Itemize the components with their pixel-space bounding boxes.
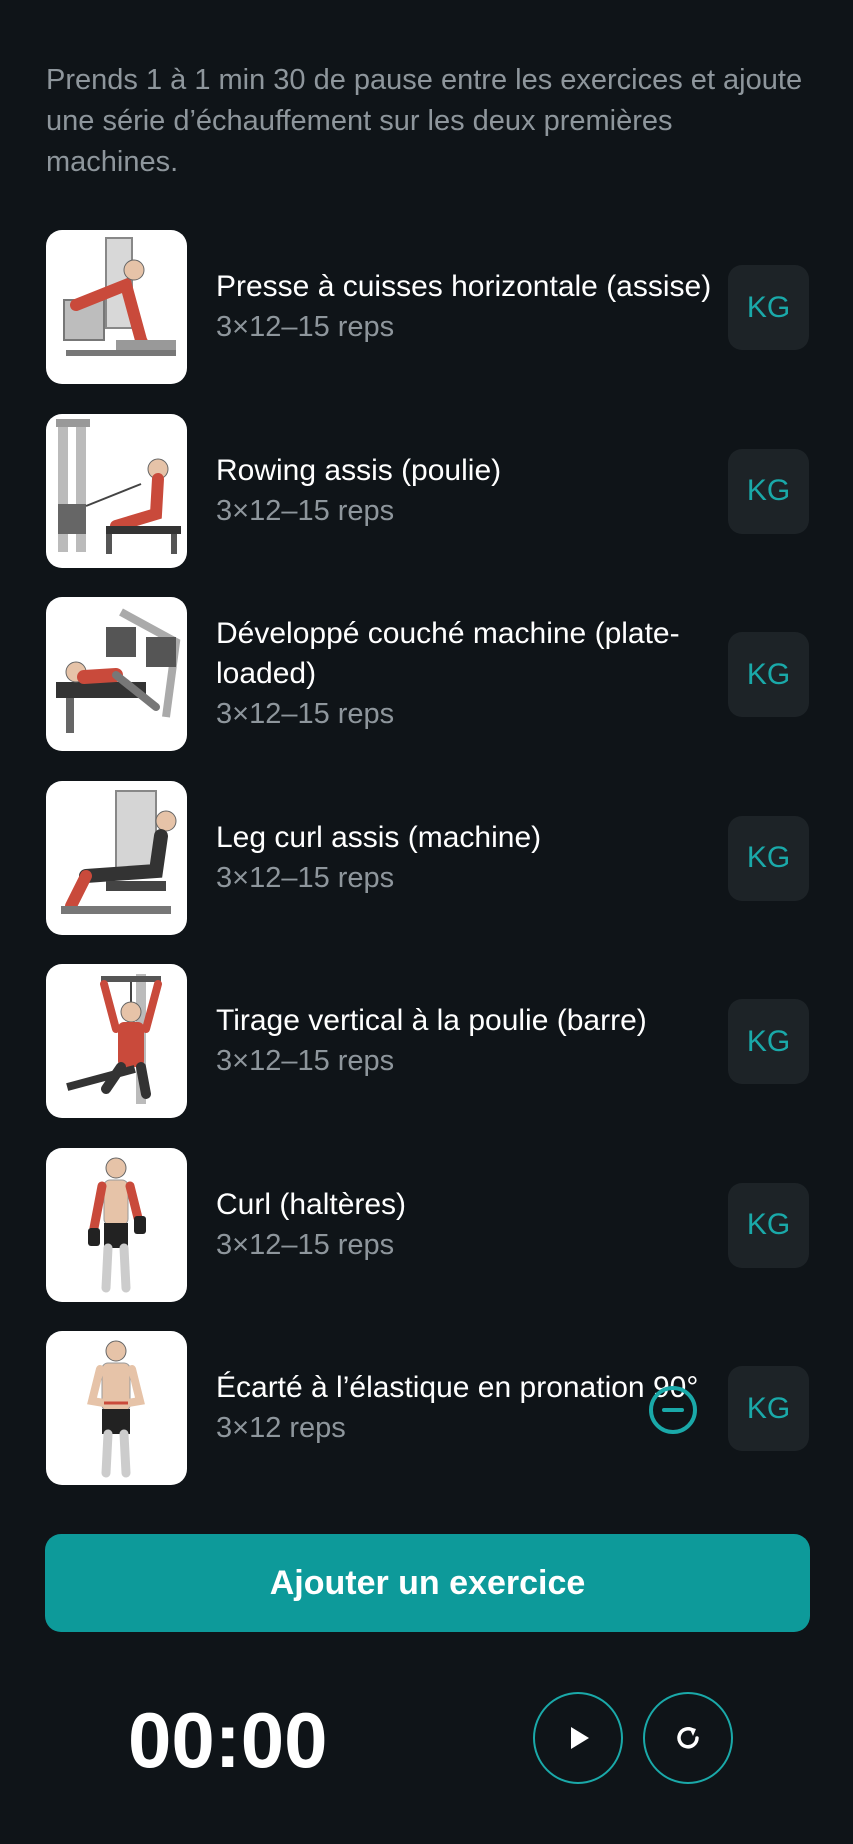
exercise-row-dumbbell-curl[interactable]: Curl (haltères) 3×12–15 reps KG bbox=[0, 1147, 853, 1332]
exercise-reps: 3×12–15 reps bbox=[216, 861, 395, 894]
workout-screen: Prends 1 à 1 min 30 de pause entre les e… bbox=[0, 0, 853, 1844]
exercise-image bbox=[46, 1147, 187, 1302]
timer-display: 00:00 bbox=[128, 1696, 328, 1784]
exercise-row-leg-press[interactable]: Presse à cuisses horizontale (assise) 3×… bbox=[0, 230, 853, 414]
exercise-reps: 3×12–15 reps bbox=[216, 698, 395, 730]
exercise-reps: 3×12–15 reps bbox=[216, 1228, 395, 1261]
exercise-row-seated-row[interactable]: Rowing assis (poulie) 3×12–15 reps KG bbox=[0, 413, 853, 598]
minus-circle-icon[interactable] bbox=[649, 1386, 697, 1434]
exercise-name: Presse à cuisses horizontale (assise) bbox=[216, 270, 712, 303]
exercise-reps: 3×12 reps bbox=[216, 1412, 346, 1444]
exercise-image bbox=[46, 413, 187, 568]
exercise-reps: 3×12–15 reps bbox=[216, 1045, 395, 1077]
play-icon bbox=[571, 1727, 589, 1749]
exercise-image bbox=[46, 780, 187, 935]
exercise-reps: 3×12–15 reps bbox=[216, 311, 395, 343]
exercise-row-lat-pulldown[interactable]: Tirage vertical à la poulie (barre) 3×12… bbox=[0, 964, 853, 1148]
weight-button[interactable]: KG bbox=[728, 1182, 809, 1268]
reset-button[interactable] bbox=[643, 1692, 733, 1784]
exercise-list: Presse à cuisses horizontale (assise) 3×… bbox=[0, 230, 853, 1515]
exercise-info: Écarté à l’élastique en pronation 90° 3×… bbox=[216, 1331, 716, 1485]
refresh-icon bbox=[677, 1727, 699, 1749]
exercise-name: Leg curl assis (machine) bbox=[216, 820, 542, 854]
weight-button[interactable]: KG bbox=[728, 815, 809, 901]
weight-button[interactable]: KG bbox=[728, 265, 809, 350]
exercise-image bbox=[46, 964, 187, 1118]
workout-note: Prends 1 à 1 min 30 de pause entre les e… bbox=[46, 64, 803, 178]
exercise-reps: 3×12–15 reps bbox=[216, 494, 395, 527]
exercise-image bbox=[46, 230, 187, 384]
play-button[interactable] bbox=[533, 1692, 623, 1784]
exercise-info: Curl (haltères) 3×12–15 reps bbox=[216, 1148, 716, 1302]
exercise-info: Rowing assis (poulie) 3×12–15 reps bbox=[216, 414, 716, 568]
exercise-row-band-fly[interactable]: Écarté à l’élastique en pronation 90° 3×… bbox=[0, 1331, 853, 1515]
exercise-name: Développé couché machine (plate-loaded) bbox=[216, 617, 680, 690]
weight-button[interactable]: KG bbox=[728, 448, 809, 534]
exercise-name: Curl (haltères) bbox=[216, 1187, 407, 1221]
exercise-row-chest-press[interactable]: Développé couché machine (plate-loaded) … bbox=[0, 597, 853, 781]
exercise-info: Leg curl assis (machine) 3×12–15 reps bbox=[216, 781, 716, 935]
exercise-info: Développé couché machine (plate-loaded) … bbox=[216, 597, 716, 751]
exercise-name: Rowing assis (poulie) bbox=[216, 453, 502, 487]
exercise-name: Écarté à l’élastique en pronation 90° bbox=[216, 1371, 699, 1404]
weight-button[interactable]: KG bbox=[728, 632, 809, 717]
weight-button[interactable]: KG bbox=[728, 999, 809, 1084]
add-exercise-button[interactable]: Ajouter un exercice bbox=[45, 1534, 810, 1632]
exercise-image bbox=[46, 1331, 187, 1485]
exercise-name: Tirage vertical à la poulie (barre) bbox=[216, 1004, 647, 1037]
exercise-row-leg-curl[interactable]: Leg curl assis (machine) 3×12–15 reps KG bbox=[0, 780, 853, 965]
weight-button[interactable]: KG bbox=[728, 1366, 809, 1451]
exercise-info: Presse à cuisses horizontale (assise) 3×… bbox=[216, 230, 716, 384]
exercise-info: Tirage vertical à la poulie (barre) 3×12… bbox=[216, 964, 716, 1118]
exercise-image bbox=[46, 597, 187, 751]
